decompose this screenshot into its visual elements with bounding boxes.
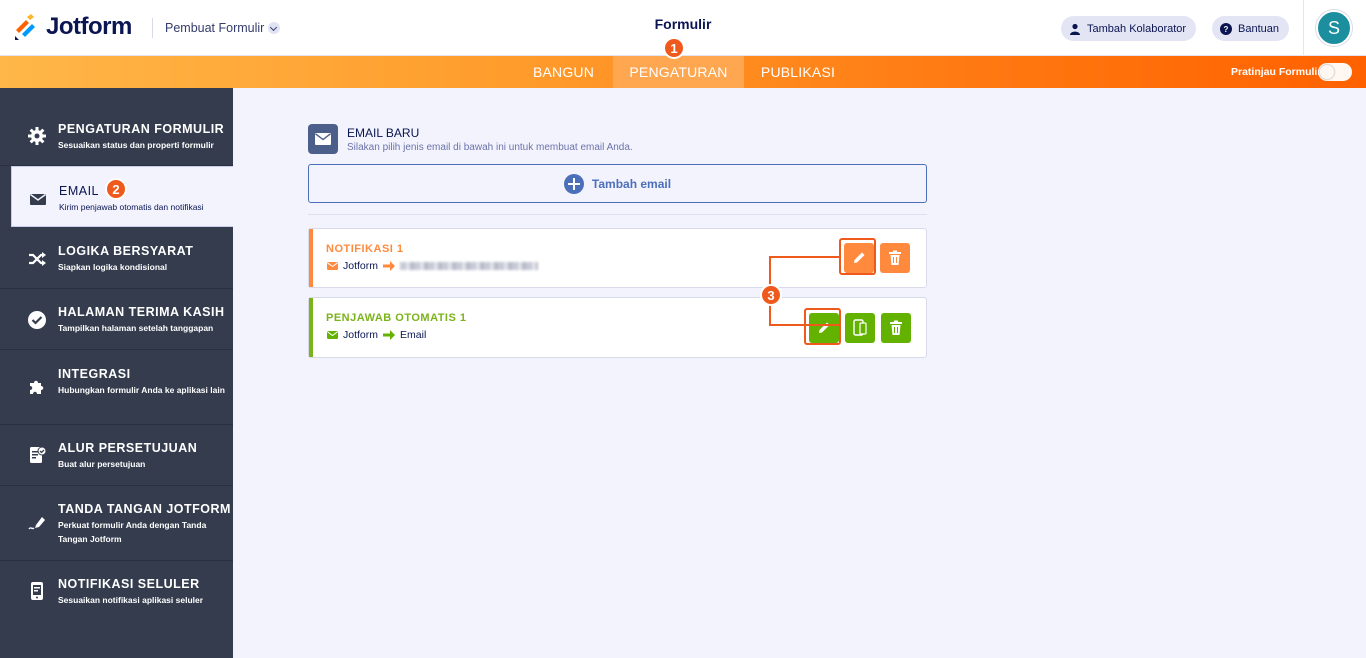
envelope-icon xyxy=(327,331,338,339)
sidebar-item-desc: Tampilkan halaman setelah tanggapan xyxy=(58,323,214,333)
tab-settings[interactable]: PENGATURAN xyxy=(613,56,744,88)
puzzle-icon xyxy=(30,380,44,394)
shuffle-icon xyxy=(29,252,46,266)
sidebar-item-title: ALUR PERSETUJUAN xyxy=(58,441,198,455)
card-title: PENJAWAB OTOMATIS 1 xyxy=(326,312,467,324)
new-email-icon-box xyxy=(308,124,338,154)
gear-icon xyxy=(28,127,46,145)
sidebar-item-desc: Kirim penjawab otomatis dan notifikasi xyxy=(59,202,204,212)
arrow-right-icon xyxy=(383,330,396,340)
sidebar-item-title: EMAIL xyxy=(59,184,100,198)
add-collaborator-label: Tambah Kolaborator xyxy=(1087,22,1187,35)
card-from: Jotform xyxy=(343,329,379,341)
sidebar-item-desc: Buat alur persetujuan xyxy=(58,459,146,469)
sidebar-item-conditional-logic[interactable]: LOGIKA BERSYARAT Siapkan logika kondisio… xyxy=(0,228,233,289)
card-route: Jotform Email xyxy=(327,329,426,341)
tab-publish[interactable]: PUBLIKASI xyxy=(750,56,846,88)
sidebar-item-form-settings[interactable]: PENGATURAN FORMULIR Sesuaikan status dan… xyxy=(0,104,233,166)
mobile-notification-icon xyxy=(31,582,43,600)
sidebar-item-title: INTEGRASI xyxy=(58,367,131,381)
plus-circle-icon xyxy=(563,173,584,194)
section-divider xyxy=(308,214,927,215)
sidebar-item-title: NOTIFIKASI SELULER xyxy=(58,577,200,591)
settings-sidebar: PENGATURAN FORMULIR Sesuaikan status dan… xyxy=(0,88,233,658)
sidebar-item-desc: Siapkan logika kondisional xyxy=(58,262,168,272)
tab-build[interactable]: BANGUN xyxy=(520,56,607,88)
user-icon xyxy=(1070,23,1080,35)
help-circle-icon: ? xyxy=(1220,22,1232,35)
envelope-icon xyxy=(315,133,331,145)
sidebar-item-title: HALAMAN TERIMA KASIH xyxy=(58,305,225,319)
preview-autoresponder-button[interactable] xyxy=(845,313,875,343)
preview-form-label: Pratinjau Formulir xyxy=(1231,66,1322,78)
builder-tabs-bar: BANGUN PENGATURAN PUBLIKASI Pratinjau Fo… xyxy=(0,56,1366,88)
sidebar-item-desc: Hubungkan formulir Anda ke aplikasi lain xyxy=(58,385,225,395)
sidebar-item-desc: Sesuaikan notifikasi aplikasi seluler xyxy=(58,595,204,605)
card-from: Jotform xyxy=(343,260,379,272)
delete-autoresponder-button[interactable] xyxy=(881,313,911,343)
sidebar-item-thank-you-page[interactable]: HALAMAN TERIMA KASIH Tampilkan halaman s… xyxy=(0,289,233,350)
add-email-label: Tambah email xyxy=(591,176,672,191)
help-label: Bantuan xyxy=(1238,22,1279,35)
add-email-button[interactable]: Tambah email xyxy=(308,164,927,203)
sidebar-item-jotform-sign[interactable]: TANDA TANGAN JOTFORM Perkuat formulir An… xyxy=(0,486,233,561)
envelope-icon xyxy=(327,262,338,270)
card-title: NOTIFIKASI 1 xyxy=(326,243,404,255)
step-badge-2: 2 xyxy=(105,178,127,200)
sidebar-item-mobile-notifications[interactable]: NOTIFIKASI SELULER Sesuaikan notifikasi … xyxy=(0,561,233,622)
add-collaborator-button[interactable]: Tambah Kolaborator xyxy=(1061,16,1197,41)
step-badge-3: 3 xyxy=(760,284,782,306)
arrow-right-icon xyxy=(383,261,396,271)
sidebar-item-title: PENGATURAN FORMULIR xyxy=(58,122,225,136)
new-email-title: EMAIL BARU xyxy=(347,126,420,140)
device-preview-icon xyxy=(853,319,867,336)
approval-doc-icon xyxy=(30,446,47,463)
trash-icon xyxy=(889,250,901,265)
preview-form-toggle[interactable] xyxy=(1318,63,1352,81)
sidebar-item-desc: Perkuat formulir Anda dengan Tanda Tanga… xyxy=(58,520,207,544)
avatar[interactable]: S xyxy=(1316,10,1352,46)
new-email-description: Silakan pilih jenis email di bawah ini u… xyxy=(347,142,633,153)
highlight-edit-notification xyxy=(839,238,876,275)
trash-icon xyxy=(890,320,902,335)
pen-signature-icon xyxy=(28,517,45,530)
sidebar-item-title: TANDA TANGAN JOTFORM xyxy=(58,502,231,516)
help-button[interactable]: ? Bantuan xyxy=(1212,16,1289,41)
card-accent-bar xyxy=(309,229,313,287)
card-route: Jotform xyxy=(327,260,539,272)
check-circle-icon xyxy=(28,311,46,329)
avatar-area: S xyxy=(1303,0,1366,56)
sidebar-item-desc: Sesuaikan status dan properti formulir xyxy=(58,140,214,150)
card-accent-bar xyxy=(309,298,313,357)
delete-notification-button[interactable] xyxy=(880,243,910,273)
sidebar-item-integrations[interactable]: INTEGRASI Hubungkan formulir Anda ke apl… xyxy=(0,350,233,425)
sidebar-item-title: LOGIKA BERSYARAT xyxy=(58,244,194,258)
envelope-icon xyxy=(30,193,46,205)
recipient-email-blurred xyxy=(400,262,539,270)
sidebar-item-approval-flow[interactable]: ALUR PERSETUJUAN Buat alur persetujuan xyxy=(0,425,233,486)
card-to: Email xyxy=(400,329,427,341)
step-badge-1: 1 xyxy=(663,37,685,59)
svg-text:?: ? xyxy=(1224,25,1229,34)
